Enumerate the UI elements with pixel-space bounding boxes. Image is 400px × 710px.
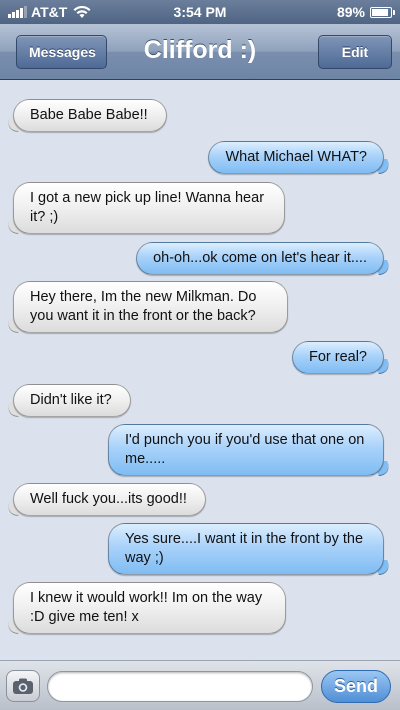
camera-icon <box>13 678 33 694</box>
message-bubble-sent[interactable]: oh-oh...ok come on let's hear it.... <box>136 242 384 275</box>
status-bar: AT&T 3:54 PM 89% <box>0 0 400 24</box>
battery-group: 89% <box>336 4 395 20</box>
message-bubble-sent[interactable]: Yes sure....I want it in the front by th… <box>108 523 384 575</box>
battery-icon <box>370 6 395 18</box>
message-text-field[interactable] <box>47 671 313 702</box>
navigation-bar: Messages Clifford :) Edit <box>0 24 400 80</box>
message-thread[interactable]: Babe Babe Babe!! What Michael WHAT? I go… <box>0 80 400 660</box>
message-bubble-sent[interactable]: I'd punch you if you'd use that one on m… <box>108 424 384 476</box>
message-bubble-sent[interactable]: What Michael WHAT? <box>208 141 384 174</box>
message-bubble-received[interactable]: Babe Babe Babe!! <box>13 99 167 132</box>
back-button-label: Messages <box>29 44 96 60</box>
message-bubble-received[interactable]: I knew it would work!! Im on the way :D … <box>13 582 286 634</box>
message-input-bar: Send <box>0 660 400 710</box>
edit-button[interactable]: Edit <box>318 35 392 69</box>
message-bubble-received[interactable]: Hey there, Im the new Milkman. Do you wa… <box>13 281 288 333</box>
message-bubble-received[interactable]: Didn't like it? <box>13 384 131 417</box>
message-bubble-received[interactable]: I got a new pick up line! Wanna hear it?… <box>13 182 285 234</box>
message-bubble-received[interactable]: Well fuck you...its good!! <box>13 483 206 516</box>
message-bubble-sent[interactable]: For real? <box>291 341 384 374</box>
camera-button[interactable] <box>6 670 40 702</box>
send-button[interactable]: Send <box>321 670 391 703</box>
battery-percent: 89% <box>336 4 365 20</box>
